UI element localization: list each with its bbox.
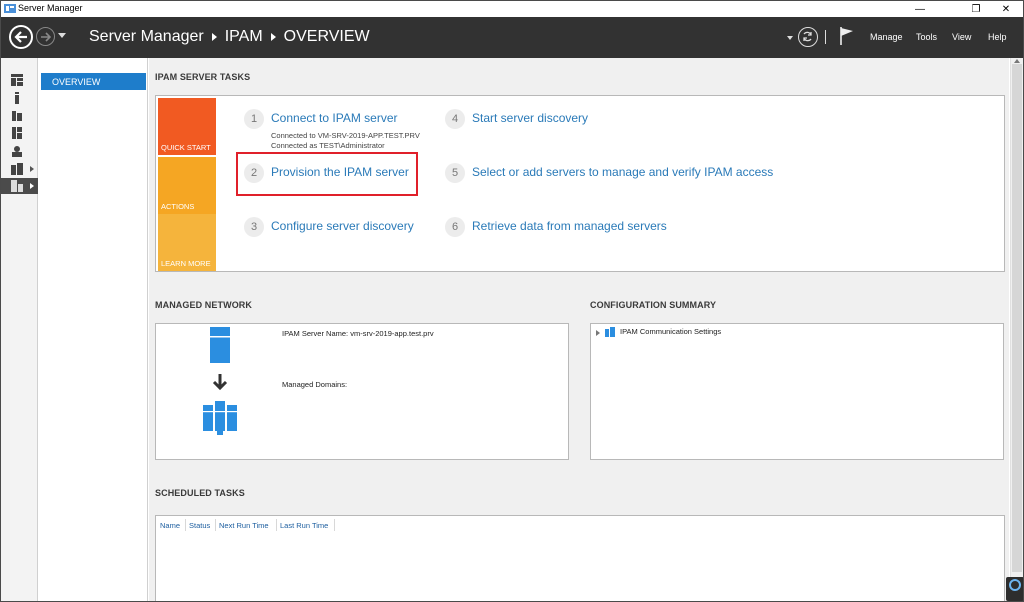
scrollbar-thumb[interactable] (1012, 64, 1022, 572)
menu-help[interactable]: Help (988, 32, 1007, 42)
arrow-right-icon (41, 31, 51, 42)
column-separator (185, 519, 186, 531)
select-add-servers-link[interactable]: Select or add servers to manage and veri… (472, 163, 773, 179)
column-name[interactable]: Name (160, 521, 180, 530)
chevron-right-icon (270, 33, 276, 41)
task-number: 6 (445, 217, 465, 237)
managed-network-title: MANAGED NETWORK (155, 300, 252, 310)
arrow-left-icon (14, 31, 27, 43)
nav-item-overview[interactable]: OVERVIEW (41, 73, 146, 90)
ipam-server-name: IPAM Server Name: vm-srv-2019-app.test.p… (282, 329, 434, 338)
task-number: 5 (445, 163, 465, 183)
tile-actions[interactable]: ACTIONS (158, 157, 216, 214)
task-select-servers: 5 Select or add servers to manage and ve… (445, 163, 773, 183)
close-button[interactable]: ✕ (991, 1, 1021, 17)
content-area: IPAM SERVER TASKS QUICK START ACTIONS LE… (149, 58, 1009, 601)
forward-button[interactable] (36, 27, 55, 46)
ipam-icon (11, 180, 23, 192)
ipam-server-icon (210, 327, 230, 363)
server-manager-window: Server Manager — ❐ ✕ Server Manager IPAM… (0, 0, 1024, 602)
ipam-server-tasks-panel: QUICK START ACTIONS LEARN MORE 1 Connect… (155, 95, 1005, 272)
start-server-discovery-link[interactable]: Start server discovery (472, 109, 588, 125)
breadcrumb-overview: OVERVIEW (283, 28, 370, 45)
expand-arrow-icon[interactable] (30, 183, 34, 189)
history-dropdown-icon[interactable] (58, 33, 66, 38)
connected-as-text: Connected as TEST\Administrator (271, 141, 385, 150)
restore-button[interactable]: ❐ (961, 1, 991, 17)
scheduled-tasks-table: Name Status Next Run Time Last Run Time (155, 515, 1005, 601)
task-number: 4 (445, 109, 465, 129)
menu-tools[interactable]: Tools (916, 32, 937, 42)
connected-to-text: Connected to VM-SRV-2019-APP.TEST.PRV (271, 131, 420, 140)
nav-header: Server Manager IPAM OVERVIEW Manage Tool… (1, 17, 1023, 58)
ipam-server-tasks-title: IPAM SERVER TASKS (155, 72, 251, 82)
task-connect-server: 1 Connect to IPAM server (244, 109, 398, 129)
communication-settings-item[interactable]: IPAM Communication Settings (620, 327, 721, 336)
rail-file-storage[interactable] (1, 125, 38, 141)
rail-iis[interactable] (1, 143, 38, 159)
chevron-right-icon (211, 33, 217, 41)
column-separator (276, 519, 277, 531)
dashboard-icon (11, 74, 23, 86)
minimize-button[interactable]: — (905, 1, 935, 17)
menu-manage[interactable]: Manage (870, 32, 903, 42)
task-number: 1 (244, 109, 264, 129)
retrieve-data-link[interactable]: Retrieve data from managed servers (472, 217, 667, 233)
column-next-run-time[interactable]: Next Run Time (219, 521, 269, 530)
left-rail (1, 58, 38, 601)
rail-dashboard[interactable] (1, 72, 38, 88)
tile-learn-more[interactable]: LEARN MORE (158, 214, 216, 271)
task-start-discovery: 4 Start server discovery (445, 109, 588, 129)
task-retrieve-data: 6 Retrieve data from managed servers (445, 217, 667, 237)
window-title: Server Manager (18, 3, 83, 13)
breadcrumb: Server Manager IPAM OVERVIEW (89, 28, 370, 46)
configure-server-discovery-link[interactable]: Configure server discovery (271, 217, 414, 233)
server-manager-app-icon (4, 4, 16, 13)
refresh-dropdown-icon[interactable] (787, 36, 793, 40)
configuration-summary-panel: IPAM Communication Settings (590, 323, 1004, 460)
connect-ipam-server-link[interactable]: Connect to IPAM server (271, 109, 398, 125)
managed-network-panel: IPAM Server Name: vm-srv-2019-app.test.p… (155, 323, 569, 460)
back-button[interactable] (9, 25, 33, 49)
scheduled-tasks-title: SCHEDULED TASKS (155, 488, 245, 498)
rail-all-servers[interactable] (1, 108, 38, 124)
task-number: 3 (244, 217, 264, 237)
column-last-run-time[interactable]: Last Run Time (280, 521, 328, 530)
expand-arrow-icon[interactable] (596, 330, 600, 336)
vertical-scrollbar[interactable] (1010, 58, 1023, 601)
breadcrumb-server-manager[interactable]: Server Manager (89, 28, 204, 46)
refresh-icon[interactable] (798, 27, 818, 47)
header-divider (825, 30, 826, 44)
arrow-down-icon (212, 374, 228, 391)
column-status[interactable]: Status (189, 521, 210, 530)
local-server-icon (15, 92, 19, 104)
all-servers-icon (12, 111, 22, 121)
menu-view[interactable]: View (952, 32, 971, 42)
file-storage-icon (12, 127, 22, 139)
configuration-summary-title: CONFIGURATION SUMMARY (590, 300, 717, 310)
notifications-flag-icon[interactable] (839, 26, 855, 46)
task-configure-discovery: 3 Configure server discovery (244, 217, 414, 237)
rail-ipam-group[interactable] (1, 161, 38, 177)
nav-pane: OVERVIEW (39, 58, 148, 601)
managed-domains-label: Managed Domains: (282, 380, 348, 389)
title-bar: Server Manager — ❐ ✕ (1, 1, 1023, 17)
server-group-icon (11, 163, 23, 175)
scroll-up-icon[interactable] (1014, 59, 1020, 63)
corner-badge-icon (1006, 577, 1023, 601)
column-separator (334, 519, 335, 531)
highlight-box (236, 152, 418, 196)
column-separator (215, 519, 216, 531)
breadcrumb-ipam[interactable]: IPAM (225, 28, 263, 46)
managed-servers-icon (203, 401, 237, 435)
rail-ipam[interactable] (1, 178, 38, 194)
communication-settings-icon (605, 327, 615, 337)
iis-icon (12, 146, 22, 157)
expand-arrow-icon[interactable] (30, 166, 34, 172)
rail-local-server[interactable] (1, 90, 38, 106)
tile-quick-start[interactable]: QUICK START (158, 98, 216, 155)
